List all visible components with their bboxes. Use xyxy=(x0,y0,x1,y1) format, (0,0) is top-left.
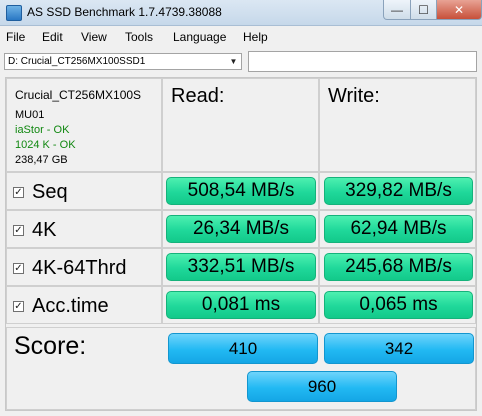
drive-select[interactable]: D: Crucial_CT256MX100SSD1 ▼ xyxy=(4,53,242,70)
seq-label: Seq xyxy=(32,181,68,203)
drive-select-value: D: Crucial_CT256MX100SSD1 xyxy=(8,56,146,67)
4k-write-value: 62,94 MB/s xyxy=(324,215,473,243)
value-cell: 329,82 MB/s xyxy=(319,172,476,210)
window-controls: — ☐ ✕ xyxy=(383,0,482,20)
4k-read-value: 26,34 MB/s xyxy=(166,215,316,243)
close-button[interactable]: ✕ xyxy=(437,0,482,20)
chevron-down-icon[interactable]: ▼ xyxy=(226,54,241,69)
4k64-checkbox[interactable]: ✓ xyxy=(13,263,24,274)
4k-label: 4K xyxy=(32,219,57,241)
4k64-row-label: ✓ 4K-64Thrd xyxy=(13,257,127,280)
side-input-field[interactable] xyxy=(248,51,477,72)
value-cell: 0,081 ms xyxy=(162,286,319,324)
acctime-label: Acc.time xyxy=(32,295,109,317)
benchmark-grid: Crucial_CT256MX100S MU01 iaStor - OK 102… xyxy=(5,77,477,411)
menu-file[interactable]: File xyxy=(6,30,25,44)
menu-tools[interactable]: Tools xyxy=(125,30,153,44)
menu-help[interactable]: Help xyxy=(243,30,268,44)
4k64-read-value: 332,51 MB/s xyxy=(166,253,316,281)
value-cell: 62,94 MB/s xyxy=(319,210,476,248)
row-label-cell: ✓ 4K-64Thrd xyxy=(6,248,162,286)
menu-view[interactable]: View xyxy=(81,30,107,44)
alignment-status: 1024 K - OK xyxy=(15,139,76,151)
seq-write-value: 329,82 MB/s xyxy=(324,177,473,205)
write-heading: Write: xyxy=(328,85,380,107)
value-cell: 26,34 MB/s xyxy=(162,210,319,248)
seq-read-value: 508,54 MB/s xyxy=(166,177,316,205)
minimize-button[interactable]: — xyxy=(383,0,411,20)
drive-size: 238,47 GB xyxy=(15,154,68,166)
row-label-cell: ✓ Acc.time xyxy=(6,286,162,324)
close-icon: ✕ xyxy=(453,2,465,17)
score-total-value: 960 xyxy=(247,371,397,402)
seq-checkbox[interactable]: ✓ xyxy=(13,187,24,198)
menu-edit[interactable]: Edit xyxy=(42,30,63,44)
4k-row-label: ✓ 4K xyxy=(13,219,56,242)
title-bar[interactable]: AS SSD Benchmark 1.7.4739.38088 — ☐ ✕ xyxy=(0,0,482,26)
score-label: Score: xyxy=(14,332,87,360)
score-write-value: 342 xyxy=(324,333,474,364)
minimize-icon: — xyxy=(391,2,403,17)
value-cell: 508,54 MB/s xyxy=(162,172,319,210)
row-label-cell: ✓ 4K xyxy=(6,210,162,248)
value-cell: 245,68 MB/s xyxy=(319,248,476,286)
seq-row-label: ✓ Seq xyxy=(13,181,68,204)
drive-model: Crucial_CT256MX100S xyxy=(15,88,142,102)
4k-checkbox[interactable]: ✓ xyxy=(13,225,24,236)
app-window: AS SSD Benchmark 1.7.4739.38088 — ☐ ✕ Fi… xyxy=(0,0,482,416)
maximize-button[interactable]: ☐ xyxy=(411,0,437,20)
maximize-icon: ☐ xyxy=(418,2,429,17)
app-icon xyxy=(6,5,22,21)
acctime-write-value: 0,065 ms xyxy=(324,291,473,319)
read-column-header: Read: xyxy=(162,78,319,172)
value-cell: 332,51 MB/s xyxy=(162,248,319,286)
row-label-cell: ✓ Seq xyxy=(6,172,162,210)
4k64-write-value: 245,68 MB/s xyxy=(324,253,473,281)
read-heading: Read: xyxy=(171,85,225,107)
score-panel: Score: 410 342 960 xyxy=(6,327,476,410)
score-read-value: 410 xyxy=(168,333,318,364)
acctime-read-value: 0,081 ms xyxy=(166,291,316,319)
window-title: AS SSD Benchmark 1.7.4739.38088 xyxy=(27,5,222,19)
menu-language[interactable]: Language xyxy=(173,30,226,44)
drive-info-panel: Crucial_CT256MX100S MU01 iaStor - OK 102… xyxy=(6,78,162,172)
driver-status: iaStor - OK xyxy=(15,124,70,136)
write-column-header: Write: xyxy=(319,78,476,172)
value-cell: 0,065 ms xyxy=(319,286,476,324)
acctime-checkbox[interactable]: ✓ xyxy=(13,301,24,312)
acctime-row-label: ✓ Acc.time xyxy=(13,295,109,318)
menu-bar: File Edit View Tools Language Help xyxy=(0,26,482,46)
4k64-label: 4K-64Thrd xyxy=(32,257,127,279)
drive-firmware: MU01 xyxy=(15,109,45,121)
